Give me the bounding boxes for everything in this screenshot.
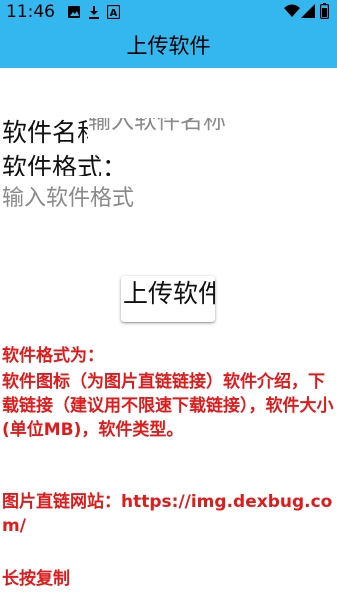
name-label: 软件名称	[2, 118, 88, 147]
download-icon	[89, 6, 99, 19]
name-label-clip: 软件名称	[2, 118, 88, 150]
image-host-site: 图片直链网站：https://img.dexbug.com/	[2, 492, 333, 536]
upload-button[interactable]: 上传软件	[121, 276, 215, 322]
svg-text:A: A	[110, 8, 118, 19]
text-a-icon: A	[107, 5, 120, 19]
format-label: 软件格式：	[2, 153, 128, 176]
wifi-icon	[284, 4, 300, 17]
image-icon	[68, 6, 80, 18]
battery-icon	[320, 3, 329, 19]
upload-button-label: 上传软件	[123, 279, 215, 308]
format-label-clip: 软件格式：	[2, 150, 142, 176]
name-input-placeholder: 输入软件名称	[88, 118, 226, 134]
format-input-placeholder: 输入软件格式	[2, 186, 135, 211]
long-press-copy-hint: 长按复制	[2, 569, 70, 589]
page-title: 上传软件	[126, 34, 211, 58]
format-description: 软件图标（为图片直链链接）软件介绍，下载链接（建议用不限速下载链接），软件大小(…	[2, 372, 334, 440]
name-input[interactable]: 输入软件名称	[88, 118, 248, 138]
status-bar: 11:46 A	[0, 0, 337, 24]
signal-icon	[301, 4, 315, 18]
status-time: 11:46	[6, 2, 55, 22]
format-heading: 软件格式为：	[2, 346, 104, 366]
app-bar: 上传软件	[0, 24, 337, 68]
format-input[interactable]: 输入软件格式	[2, 182, 202, 216]
